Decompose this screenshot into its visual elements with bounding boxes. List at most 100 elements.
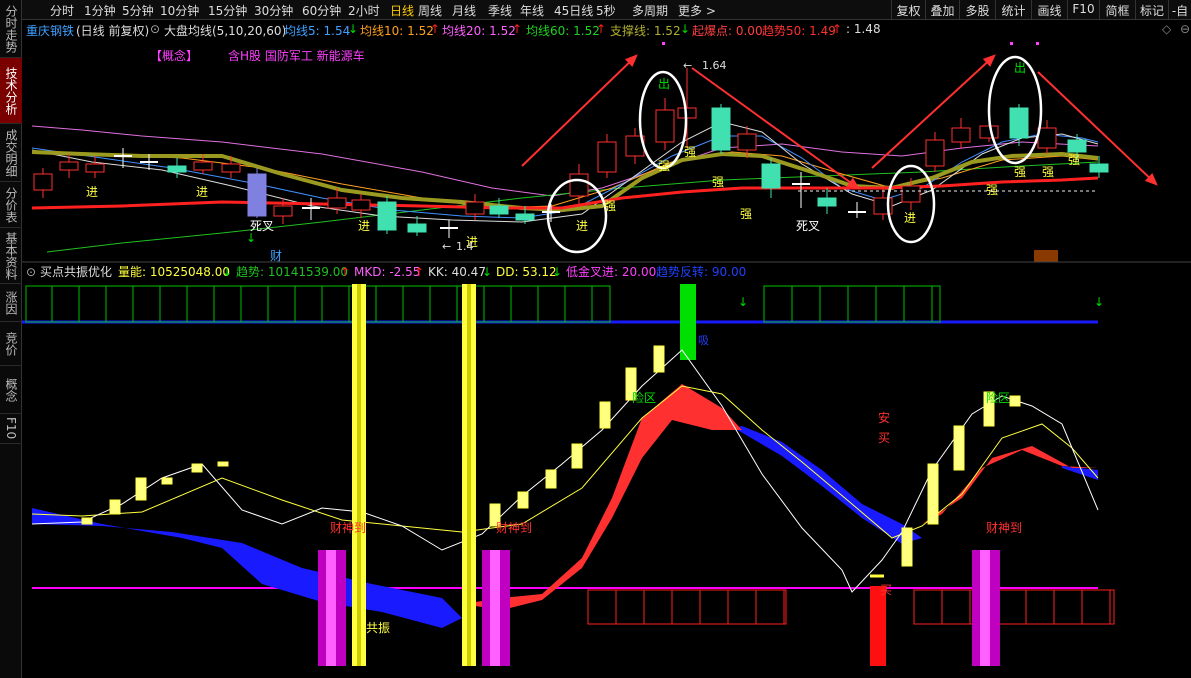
kline-chart-svg[interactable]: 【概念】 含H股 国防军工 新能源车 进进进 进进进强强强强强强强 强强出出死叉 死叉… [22, 38, 1191, 678]
low-price-label: 1.4 [456, 240, 474, 253]
yellow-bar-4 [191, 463, 203, 473]
kk-arrow: ↓ [482, 265, 492, 279]
signal-label-14: 强 [1068, 153, 1080, 167]
kk-value: KK: 40.47 [428, 265, 486, 279]
lower-label-6: 安 [878, 410, 890, 425]
indicator-name[interactable]: 买点共振优化 [40, 265, 112, 279]
period-tab-7[interactable]: 2小时 [348, 2, 380, 19]
high-price-arrow: ← [683, 59, 692, 72]
candle-body [489, 205, 509, 215]
magenta-dot-1 [1010, 42, 1013, 45]
stock-name[interactable]: 重庆钢铁 [26, 22, 74, 39]
period-tab-4[interactable]: 15分钟 [208, 2, 247, 19]
collapse-icon[interactable]: ◇ [1162, 22, 1171, 36]
dd-value: DD: 53.12 [496, 265, 557, 279]
period-tab-8[interactable]: 日线 [390, 2, 414, 19]
signal-label-1: 进 [196, 185, 208, 199]
toolbar-button-4[interactable]: 画线 [1031, 0, 1067, 20]
candle-body [407, 223, 427, 233]
period-tab-3[interactable]: 10分钟 [160, 2, 199, 19]
close-icon[interactable]: ⊖ [1180, 22, 1190, 36]
period-tab-14[interactable]: 5秒 [596, 2, 616, 19]
period-tab-15[interactable]: 多周期 [632, 2, 668, 19]
chart-mode: (日线 前复权) [76, 24, 150, 38]
arrow-head [846, 177, 861, 190]
overlay-toggle-icon[interactable]: ⊙ [150, 22, 160, 36]
period-tab-5[interactable]: 30分钟 [254, 2, 293, 19]
toolbar-button-0[interactable]: 复权 [891, 0, 925, 20]
indicator-toggle-icon[interactable]: ⊙ [26, 265, 36, 279]
sidebar-item-8[interactable]: F10 [0, 414, 22, 444]
burst-value: 起爆点: 0.00 [692, 24, 763, 38]
sidebar-item-3[interactable]: 分价表 [0, 182, 22, 228]
sidebar-item-2[interactable]: 成交明细 [0, 124, 22, 182]
candle-10 [302, 198, 320, 220]
period-tab-6[interactable]: 60分钟 [302, 2, 341, 19]
sidebar-item-6[interactable]: 竞价 [0, 322, 22, 366]
sidebar-item-5[interactable]: 涨因 [0, 284, 22, 322]
main-chart-infobar: 重庆钢铁 (日线 前复权) ⊙ 大盘均线(5,10,20,60) 均线5: 1.… [22, 20, 1191, 38]
extra-value: : 1.48 [846, 22, 881, 36]
toolbar-button-6[interactable]: 简框 [1099, 0, 1135, 20]
candle-17 [489, 198, 509, 218]
overlay-name: 大盘均线(5,10,20,60) [164, 24, 287, 38]
candle-body [377, 201, 397, 231]
ma10-value: 均线10: 1.52 [360, 24, 434, 38]
lower-indicator-chart: ↓ ↓吸财神到 财神到 财神到共振险区 险区安买买 [22, 284, 1115, 666]
low-gold-value: 低金叉进: 20.00 [566, 264, 656, 279]
magenta-dot-2 [1036, 42, 1039, 45]
candle-body [761, 163, 781, 189]
ma5-value: 均线5: 1.54 [284, 24, 351, 38]
lower-label-5: 险区 [986, 390, 1010, 405]
chart-area[interactable]: 【概念】 含H股 国防军工 新能源车 进进进进进进强强强强强强强强强出出死叉 死叉… [22, 38, 1191, 678]
toolbar-button-2[interactable]: 多股 [959, 0, 995, 20]
arrow-shaft [521, 55, 637, 167]
mkd-arrow: ↑ [414, 265, 424, 279]
yellow-bar-1 [109, 499, 121, 515]
volume-energy-value: 量能: 10525048.00 [118, 265, 230, 279]
yellow-bar-17 [1009, 395, 1021, 407]
trend-reversal-value: 趋势反转: 90.00 [656, 264, 746, 279]
candle-body [247, 173, 267, 217]
candle-14 [407, 216, 427, 236]
toolbar-button-1[interactable]: 叠加 [925, 0, 959, 20]
candle-29 [817, 188, 837, 214]
lower-label-7: 买 [878, 431, 890, 445]
period-tab-9[interactable]: 周线 [418, 2, 442, 19]
yellow-bar-12 [653, 345, 665, 373]
period-tab-11[interactable]: 季线 [488, 2, 512, 19]
period-tab-0[interactable]: 分时 [50, 2, 74, 19]
period-tab-10[interactable]: 月线 [452, 2, 476, 19]
sidebar-item-7[interactable]: 概念 [0, 366, 22, 414]
candle-body [1067, 139, 1087, 153]
sidebar-item-0[interactable]: 分时走势 [0, 0, 22, 58]
trend50-arrow: ↑ [832, 22, 843, 36]
period-tab-1[interactable]: 1分钟 [84, 2, 116, 19]
period-tab-12[interactable]: 年线 [520, 2, 544, 19]
red-strip-box-2 [913, 589, 1115, 625]
lower-label-2: 财神到 [986, 521, 1022, 535]
period-tab-13[interactable]: 45日线 [554, 2, 593, 19]
candle-21 [597, 134, 617, 178]
toolbar-button-7[interactable]: 标记 [1135, 0, 1168, 20]
lower-label-3: 共振 [366, 621, 390, 635]
sidebar-item-4[interactable]: 基本资料 [0, 228, 22, 284]
yellow-bar-9 [571, 443, 583, 469]
dd-arrow: ↓ [552, 265, 562, 279]
green-strip-box-2 [763, 285, 941, 323]
toolbar-button-3[interactable]: 统计 [995, 0, 1031, 20]
yellow-bar-0 [81, 517, 93, 525]
period-tab-16[interactable]: 更多 > [678, 2, 716, 19]
magenta-column-highlight [326, 550, 336, 666]
candle-23 [655, 98, 675, 150]
toolbar-button-8[interactable]: -自 [1168, 0, 1191, 20]
candle-body [33, 173, 53, 191]
sidebar-item-1[interactable]: 技术分析 [0, 58, 22, 124]
signal-label-15: 出 [658, 77, 670, 91]
candlesticks [33, 68, 1109, 238]
candle-body [951, 127, 971, 143]
period-tab-2[interactable]: 5分钟 [122, 2, 154, 19]
candle-body [167, 165, 187, 173]
candle-body [59, 161, 79, 171]
toolbar-button-5[interactable]: F10 [1067, 0, 1099, 20]
